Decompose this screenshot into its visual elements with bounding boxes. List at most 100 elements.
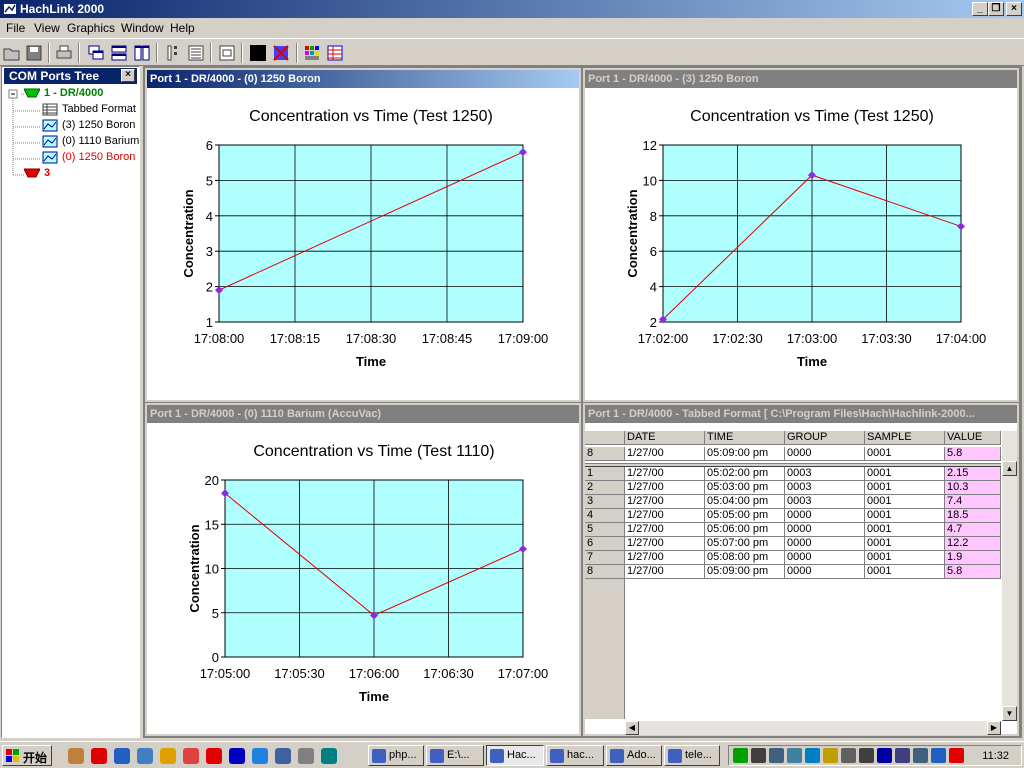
- table-cell[interactable]: 1/27/00: [625, 551, 705, 565]
- row-header[interactable]: 8: [585, 565, 625, 579]
- row-header[interactable]: 1: [585, 467, 625, 481]
- table-cell[interactable]: 1/27/00: [625, 509, 705, 523]
- tree-item-port-3[interactable]: 3: [24, 166, 139, 182]
- table-cell[interactable]: 0000: [785, 537, 865, 551]
- table-cell[interactable]: 0001: [865, 495, 945, 509]
- row-header[interactable]: 8: [585, 447, 625, 461]
- table-cell[interactable]: 0000: [785, 551, 865, 565]
- pen-icon[interactable]: [160, 748, 176, 764]
- table-cell[interactable]: 05:09:00 pm: [705, 447, 785, 461]
- scroll-down-button[interactable]: ▼: [1002, 706, 1017, 721]
- task-button[interactable]: Ado...: [606, 745, 662, 766]
- antivirus-icon[interactable]: [949, 748, 964, 763]
- table-cell[interactable]: 7.4: [945, 495, 1001, 509]
- scroll-right-button[interactable]: ▶: [987, 721, 1001, 735]
- table-cell[interactable]: 05:07:00 pm: [705, 537, 785, 551]
- row-header[interactable]: 2: [585, 481, 625, 495]
- column-header[interactable]: SAMPLE: [865, 431, 945, 445]
- details-icon[interactable]: [186, 43, 206, 63]
- task-button[interactable]: hac...: [546, 745, 604, 766]
- table-cell[interactable]: 2.15: [945, 467, 1001, 481]
- table-cell[interactable]: 18.5: [945, 509, 1001, 523]
- table-cell[interactable]: 1/27/00: [625, 447, 705, 461]
- computer-icon[interactable]: [895, 748, 910, 763]
- table-cell[interactable]: 05:08:00 pm: [705, 551, 785, 565]
- tile-vertical-icon[interactable]: [132, 43, 152, 63]
- scroll-up-button[interactable]: ▲: [1002, 461, 1017, 476]
- table-cell[interactable]: 0001: [865, 467, 945, 481]
- ie-text-icon[interactable]: [229, 748, 245, 764]
- cascade-icon[interactable]: [86, 43, 106, 63]
- table-cell[interactable]: 1/27/00: [625, 523, 705, 537]
- chart-window-2[interactable]: Port 1 - DR/4000 - (3) 1250 Boron 2 4 6 8 10…: [583, 68, 1019, 402]
- save-icon[interactable]: [24, 43, 44, 63]
- table-cell[interactable]: 5.8: [945, 565, 1001, 579]
- table-cell[interactable]: 1/27/00: [625, 481, 705, 495]
- ie-icon[interactable]: [252, 748, 268, 764]
- calendar-icon[interactable]: [298, 748, 314, 764]
- print-icon[interactable]: [54, 43, 74, 63]
- table-cell[interactable]: 0001: [865, 447, 945, 461]
- tile-horizontal-icon[interactable]: [109, 43, 129, 63]
- pencil-icon[interactable]: [823, 748, 838, 763]
- table-cell[interactable]: 05:03:00 pm: [705, 481, 785, 495]
- menu-window[interactable]: Window: [121, 21, 164, 35]
- tree-item-graph-3-1250[interactable]: (3) 1250 Boron: [42, 118, 139, 134]
- network-icon[interactable]: [321, 748, 337, 764]
- table-cell[interactable]: 0000: [785, 523, 865, 537]
- table-cell[interactable]: 12.2: [945, 537, 1001, 551]
- column-header[interactable]: VALUE: [945, 431, 1001, 445]
- row-header[interactable]: 7: [585, 551, 625, 565]
- window-icon[interactable]: [217, 43, 237, 63]
- table-cell[interactable]: 05:02:00 pm: [705, 467, 785, 481]
- table-cell[interactable]: 0001: [865, 551, 945, 565]
- grid-color-icon[interactable]: [302, 43, 322, 63]
- tree-item-tabbed-format[interactable]: Tabbed Format: [42, 102, 139, 118]
- list-icon[interactable]: [163, 43, 183, 63]
- task-button[interactable]: php...: [368, 745, 424, 766]
- table-cell[interactable]: 1/27/00: [625, 495, 705, 509]
- grid-icon[interactable]: [805, 748, 820, 763]
- media-icon[interactable]: [206, 748, 222, 764]
- table-color-icon[interactable]: [325, 43, 345, 63]
- network-off-icon[interactable]: [769, 748, 784, 763]
- display-icon[interactable]: [913, 748, 928, 763]
- column-header[interactable]: GROUP: [785, 431, 865, 445]
- table-cell[interactable]: 0001: [865, 509, 945, 523]
- close-icon[interactable]: ×: [121, 69, 135, 82]
- network-error-icon[interactable]: [787, 748, 802, 763]
- outlook-icon[interactable]: [275, 748, 291, 764]
- speech-icon[interactable]: [137, 748, 153, 764]
- vertical-scrollbar[interactable]: ▲ ▼: [1001, 431, 1017, 721]
- open-icon[interactable]: [2, 43, 22, 63]
- arrow-icon[interactable]: [733, 748, 748, 763]
- table-cell[interactable]: 0003: [785, 481, 865, 495]
- volume-icon[interactable]: [751, 748, 766, 763]
- task-button[interactable]: Hac...: [486, 745, 544, 766]
- row-header[interactable]: 3: [585, 495, 625, 509]
- delete-icon[interactable]: [271, 43, 291, 63]
- table-cell[interactable]: 1/27/00: [625, 537, 705, 551]
- menu-file[interactable]: File: [6, 21, 25, 35]
- task-button[interactable]: E:\...: [426, 745, 484, 766]
- table-cell[interactable]: 0001: [865, 537, 945, 551]
- table-cell[interactable]: 0000: [785, 565, 865, 579]
- horizontal-scrollbar[interactable]: ◀ ▶: [625, 721, 1001, 735]
- table-cell[interactable]: 05:04:00 pm: [705, 495, 785, 509]
- close-button[interactable]: ×: [1006, 2, 1022, 16]
- table-cell[interactable]: 0001: [865, 523, 945, 537]
- table-cell[interactable]: 0001: [865, 565, 945, 579]
- menu-help[interactable]: Help: [170, 21, 195, 35]
- table-cell[interactable]: 4.7: [945, 523, 1001, 537]
- paint-icon[interactable]: [183, 748, 199, 764]
- table-cell[interactable]: 05:06:00 pm: [705, 523, 785, 537]
- table-cell[interactable]: 0000: [785, 447, 865, 461]
- table-cell[interactable]: 0003: [785, 495, 865, 509]
- table-cell[interactable]: 0003: [785, 467, 865, 481]
- column-header[interactable]: TIME: [705, 431, 785, 445]
- table-cell[interactable]: 05:05:00 pm: [705, 509, 785, 523]
- start-button[interactable]: 开始: [2, 745, 52, 766]
- scroll-left-button[interactable]: ◀: [625, 721, 639, 735]
- row-header[interactable]: 5: [585, 523, 625, 537]
- table-cell[interactable]: 5.8: [945, 447, 1001, 461]
